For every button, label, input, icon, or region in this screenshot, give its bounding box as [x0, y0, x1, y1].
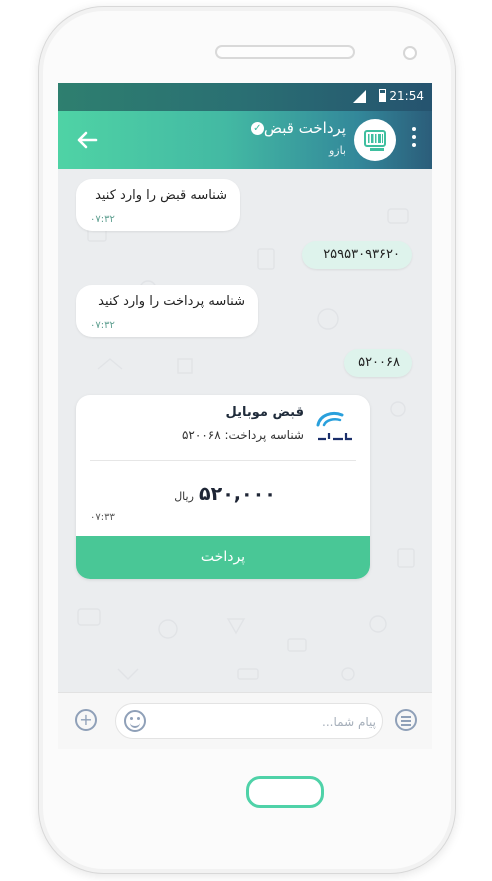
smiley-icon	[130, 721, 140, 728]
plus-icon: +	[79, 710, 93, 729]
message-incoming: شناسه قبض را وارد کنید ۰۷:۳۲	[76, 179, 240, 231]
input-bar: +	[58, 692, 432, 749]
chat-area[interactable]: شناسه قبض را وارد کنید ۰۷:۳۲ ۲۵۹۵۳۰۹۳۶۲۰…	[58, 169, 432, 693]
signal-icon	[353, 90, 366, 103]
bill-title: قبض موبایل	[225, 405, 304, 420]
more-vert-dot	[412, 135, 416, 139]
bill-card: قبض موبایل شناسه پرداخت: ۵۲۰۰۶۸ ۵۲۰,۰۰۰ …	[76, 395, 370, 579]
message-time: ۰۷:۳۲	[90, 320, 115, 331]
bot-menu-button[interactable]	[395, 709, 417, 731]
amount-value: ۵۲۰,۰۰۰	[199, 483, 276, 505]
hamburger-icon	[401, 716, 411, 718]
message-text: ۲۵۹۵۳۰۹۳۶۲۰	[323, 247, 400, 262]
phone-speaker	[215, 45, 355, 59]
card-time: ۰۷:۳۳	[90, 512, 115, 523]
card-divider	[90, 460, 356, 461]
phone-camera	[403, 46, 417, 60]
message-text: شناسه قبض را وارد کنید	[95, 188, 227, 203]
chat-title: پرداخت قبض✓	[247, 119, 346, 137]
message-outgoing: ۵۲۰۰۶۸	[344, 349, 412, 377]
payment-id-line: شناسه پرداخت: ۵۲۰۰۶۸	[181, 428, 304, 442]
more-vert-icon	[412, 127, 416, 131]
emoji-button[interactable]	[124, 710, 146, 732]
chat-subtitle: بازو	[328, 144, 346, 157]
home-button[interactable]	[246, 776, 324, 808]
bill-amount: ۵۲۰,۰۰۰ ریال	[76, 483, 370, 505]
amount-currency: ریال	[174, 490, 194, 503]
bot-avatar[interactable]	[354, 119, 396, 161]
bill-barcode-icon	[364, 130, 386, 151]
app-screen: 21:54 پرداخت قبض✓ بازو شناسه قبض را وارد…	[58, 83, 432, 749]
pay-button[interactable]: پرداخت	[76, 536, 370, 579]
status-bar: 21:54	[58, 83, 432, 111]
arrow-left-icon	[77, 131, 98, 149]
chat-header: پرداخت قبض✓ بازو	[58, 111, 432, 169]
message-text: ۵۲۰۰۶۸	[358, 355, 400, 370]
check-badge-icon: ✓	[250, 122, 264, 135]
message-time: ۰۷:۳۲	[90, 214, 115, 225]
add-attachment-button[interactable]: +	[75, 709, 97, 731]
chat-title-text: پرداخت قبض	[263, 119, 346, 137]
more-options-button[interactable]	[410, 127, 418, 153]
back-button[interactable]	[72, 125, 102, 155]
message-incoming: شناسه پرداخت را وارد کنید ۰۷:۳۲	[76, 285, 258, 337]
message-input[interactable]	[156, 711, 378, 733]
hamburger-line	[401, 720, 411, 722]
battery-icon	[379, 89, 386, 102]
more-vert-dot	[412, 143, 416, 147]
status-time: 21:54	[389, 89, 424, 103]
hamburger-line	[401, 724, 411, 726]
message-input-wrapper	[115, 703, 383, 739]
message-text: شناسه پرداخت را وارد کنید	[98, 294, 245, 309]
operator-logo-icon	[312, 407, 358, 449]
message-outgoing: ۲۵۹۵۳۰۹۳۶۲۰	[302, 241, 412, 269]
